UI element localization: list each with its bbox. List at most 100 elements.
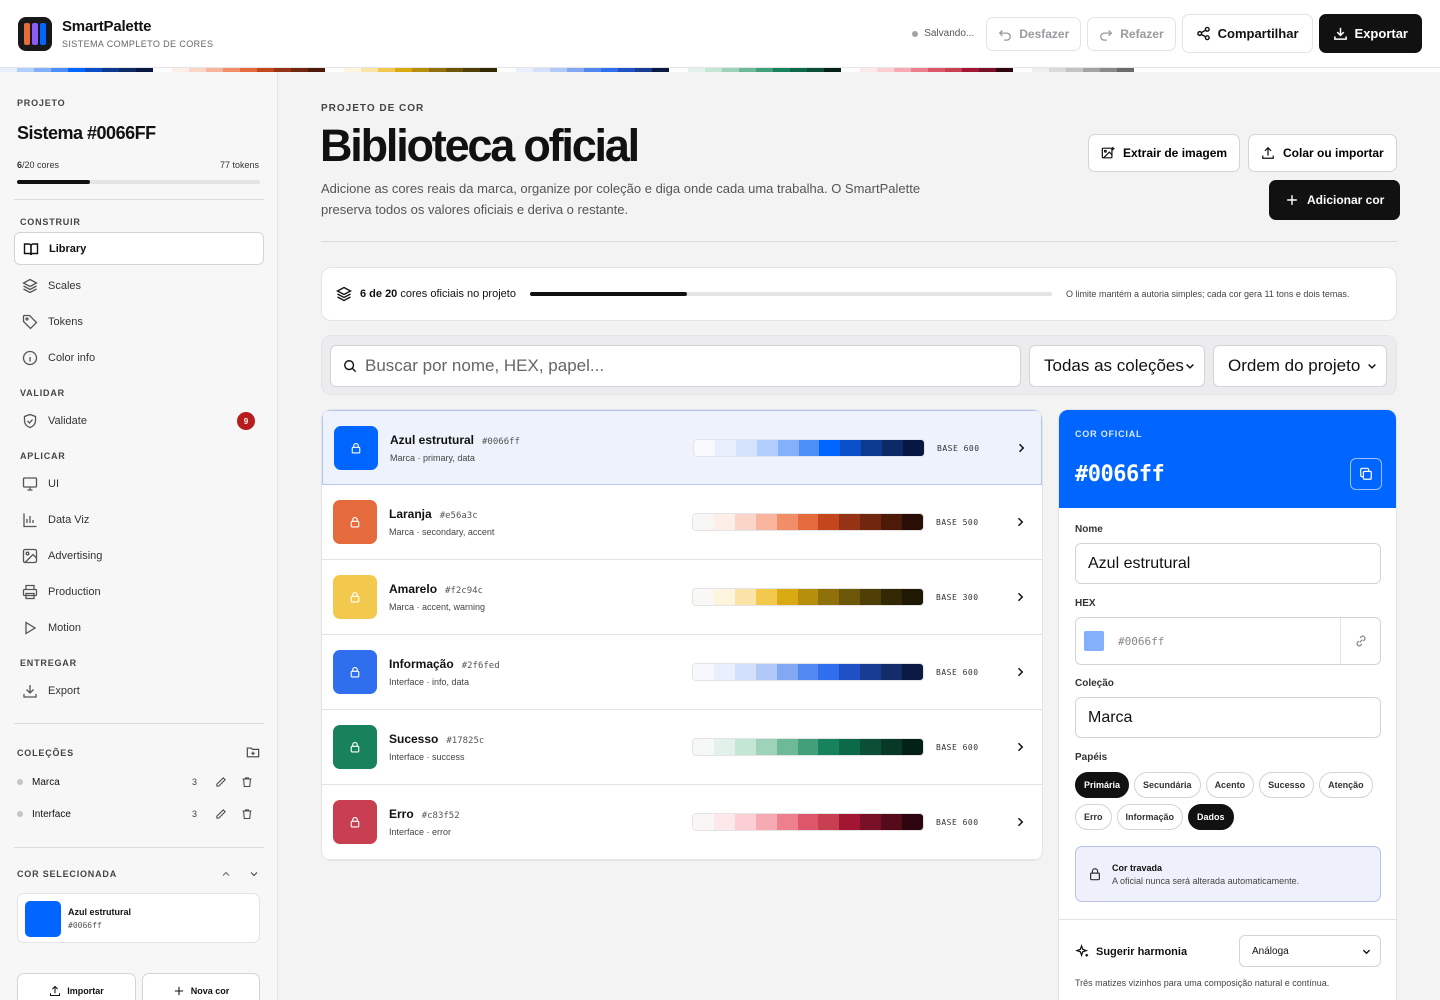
collapse-up-button[interactable] [216,864,236,884]
hex-input-value[interactable]: #0066ff [1118,635,1164,648]
tone-swatch [797,739,819,755]
collection-input[interactable]: Marca [1075,697,1381,738]
share-button[interactable]: Compartilhar [1181,14,1313,53]
chevron-right-icon[interactable] [1015,442,1027,454]
copy-hex-button[interactable] [1350,458,1382,490]
section-build: CONSTRUIR [20,217,81,227]
color-swatch [333,575,377,619]
collection-count: 3 [191,809,197,819]
harmony-description: Três matizes vizinhos para uma composiçã… [1075,978,1330,988]
chevron-right-icon[interactable] [1014,516,1026,528]
nav-color-info[interactable]: Color info [14,341,264,374]
color-limit-card: 6 de 20 cores oficiais no projeto O limi… [321,267,1397,321]
tone-swatch [797,514,819,530]
tone-swatch [713,664,735,680]
tone-swatch [776,589,798,605]
extract-image-button[interactable]: Extrair de imagem [1088,134,1241,172]
redo-button[interactable]: Refazer [1087,16,1176,51]
tone-swatch [713,514,735,530]
app-name: SmartPalette [62,18,152,35]
chevron-right-icon[interactable] [1014,666,1026,678]
chevron-right-icon[interactable] [1014,591,1026,603]
color-row[interactable]: Erro #c83f52 Interface · error BASE 600 [322,785,1042,860]
collapse-down-button[interactable] [244,864,264,884]
color-row[interactable]: Laranja #e56a3c Marca · secondary, accent B… [322,485,1042,560]
collection-item[interactable]: Interface 3 [17,803,257,825]
role-chip[interactable]: Dados [1188,804,1234,830]
limit-note: O limite mantém a autoria simples; cada … [1065,289,1350,299]
collection-select[interactable]: Todas as coleções [1029,345,1205,387]
add-color-button[interactable]: Adicionar cor [1269,180,1401,220]
nav-scales[interactable]: Scales [14,269,264,302]
tone-swatch [797,589,819,605]
link-icon [1355,635,1366,647]
nav-production[interactable]: Production [14,575,264,608]
nav-data-viz[interactable]: Data Viz [14,503,264,536]
undo-button[interactable]: Desfazer [986,16,1082,51]
role-chip[interactable]: Sucesso [1259,772,1315,798]
tone-swatch [797,814,819,830]
delete-collection-button[interactable] [237,772,257,792]
save-status-text: Salvando... [924,28,975,39]
tone-ramp [693,439,925,457]
limit-progress [529,292,1052,296]
edit-collection-button[interactable] [211,772,231,792]
role-chip[interactable]: Atenção [1319,772,1373,798]
nav-library[interactable]: Library [14,232,264,265]
new-color-button[interactable]: Nova cor [142,973,260,1000]
color-row[interactable]: Informação #2f6fed Interface · info, data B… [322,635,1042,710]
sparkles-icon [1075,944,1089,958]
nav-ui[interactable]: UI [14,467,264,500]
nav-advertising[interactable]: Advertising [14,539,264,572]
tone-swatch [734,814,756,830]
role-chip[interactable]: Secundária [1134,772,1201,798]
color-row[interactable]: Sucesso #17825c Interface · success BASE 60… [322,710,1042,785]
tone-swatch [714,440,736,456]
export-button[interactable]: Exportar [1318,14,1422,53]
tone-swatch [882,440,904,456]
tone-swatch [776,739,798,755]
search-input[interactable] [365,356,1005,376]
hex-field[interactable]: #0066ff [1075,617,1381,665]
nav-validate-label: Validate [48,414,87,427]
tone-swatch [776,814,798,830]
tone-swatch [735,440,757,456]
copy-icon [1360,467,1372,480]
order-select[interactable]: Ordem do projeto [1213,345,1387,387]
chevron-down-icon [1362,949,1371,954]
role-chip[interactable]: Acento [1205,772,1255,798]
undo-icon [999,29,1012,41]
selected-color-card[interactable]: Azul estrutural #0066ff [17,893,260,943]
delete-collection-button[interactable] [237,804,257,824]
tone-swatch [903,440,924,456]
color-row[interactable]: Amarelo #f2c94c Marca · accent, warning BAS… [322,560,1042,635]
download-icon [1333,27,1347,40]
search-field[interactable] [330,345,1021,387]
nav-production-label: Production [48,585,101,598]
color-name: Sucesso #17825c [389,732,485,746]
detail-eyebrow: COR OFICIAL [1075,429,1143,439]
nav-validate[interactable]: Validate 9 [14,404,264,437]
role-chip[interactable]: Informação [1116,804,1184,830]
role-chip[interactable]: Primária [1075,772,1130,798]
hex-link-button[interactable] [1340,618,1380,664]
monitor-icon [22,476,38,491]
tone-swatch [755,814,777,830]
add-collection-button[interactable] [243,742,263,762]
name-input[interactable]: Azul estrutural [1075,543,1381,584]
nav-motion[interactable]: Motion [14,611,264,644]
layers-icon [22,278,38,293]
nav-export[interactable]: Export [14,674,264,707]
paste-import-button[interactable]: Colar ou importar [1248,134,1397,172]
tone-swatch [755,664,777,680]
edit-collection-button[interactable] [211,804,231,824]
role-chip[interactable]: Erro [1075,804,1112,830]
chevron-right-icon[interactable] [1014,741,1026,753]
hex-swatch[interactable] [1084,631,1104,651]
chevron-right-icon[interactable] [1014,816,1026,828]
import-button[interactable]: Importar [17,973,136,1000]
nav-tokens[interactable]: Tokens [14,305,264,338]
harmony-select[interactable]: Análoga [1239,935,1381,967]
collection-item[interactable]: Marca 3 [17,771,257,793]
color-row[interactable]: Azul estrutural #0066ff Marca · primary, d… [322,410,1042,485]
